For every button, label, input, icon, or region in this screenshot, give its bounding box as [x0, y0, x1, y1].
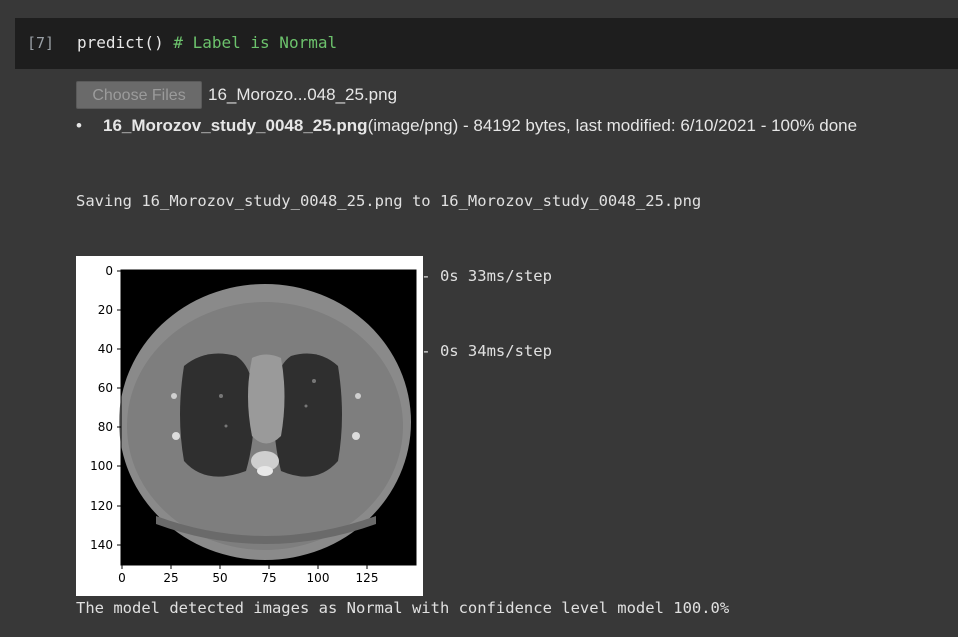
y-tick-label: 80	[98, 420, 113, 434]
ct-scan-plot: 0 20 40 60 80 100 120 140 0 25 50 75 100…	[76, 256, 423, 596]
vessel-dot	[224, 424, 228, 428]
code-cell[interactable]: [7] predict() # Label is Normal	[15, 18, 958, 69]
upload-widget: Choose Files 16_Morozo...048_25.png	[76, 81, 956, 111]
rib-dot	[172, 432, 180, 440]
x-tick-label: 100	[307, 571, 330, 585]
left-lung	[180, 353, 255, 477]
ct-scan-figure: 0 20 40 60 80 100 120 140 0 25 50 75 100…	[90, 264, 417, 585]
rib-dot	[171, 393, 177, 399]
right-lung	[273, 353, 342, 477]
y-tick-label: 140	[90, 538, 113, 552]
vessel-dot	[219, 394, 223, 398]
x-tick-label: 50	[212, 571, 227, 585]
spinal-process	[257, 466, 273, 476]
bullet-icon: •	[76, 116, 82, 135]
code-call: predict()	[77, 33, 164, 52]
x-axis: 0 25 50 75 100 125	[118, 565, 378, 585]
code-line[interactable]: predict() # Label is Normal	[77, 33, 337, 52]
uploaded-file-name: 16_Morozov_study_0048_25.png	[103, 116, 368, 135]
uploaded-file-details: (image/png) - 84192 bytes, last modified…	[367, 116, 858, 135]
choose-files-button[interactable]: Choose Files	[76, 81, 202, 109]
y-tick-label: 40	[98, 342, 113, 356]
x-tick-label: 125	[356, 571, 379, 585]
result-text: The model detected images as Normal with…	[76, 599, 730, 617]
x-tick-label: 0	[118, 571, 126, 585]
y-tick-label: 100	[90, 459, 113, 473]
rib-dot	[352, 432, 360, 440]
x-tick-label: 75	[261, 571, 276, 585]
chosen-file-label: 16_Morozo...048_25.png	[208, 85, 398, 104]
vessel-dot	[304, 404, 308, 408]
y-tick-label: 120	[90, 499, 113, 513]
vessel-dot	[312, 379, 316, 383]
code-comment: # Label is Normal	[173, 33, 338, 52]
y-tick-label: 0	[105, 264, 113, 278]
saving-line: Saving 16_Morozov_study_0048_25.png to 1…	[76, 192, 702, 210]
rib-dot	[355, 393, 361, 399]
uploaded-file-item: • 16_Morozov_study_0048_25.png(image/png)…	[76, 113, 956, 139]
x-tick-label: 25	[163, 571, 178, 585]
mediastinum	[248, 354, 285, 444]
y-tick-label: 20	[98, 303, 113, 317]
y-tick-label: 60	[98, 381, 113, 395]
y-axis: 0 20 40 60 80 100 120 140	[90, 264, 121, 552]
execution-count: [7]	[27, 34, 55, 52]
